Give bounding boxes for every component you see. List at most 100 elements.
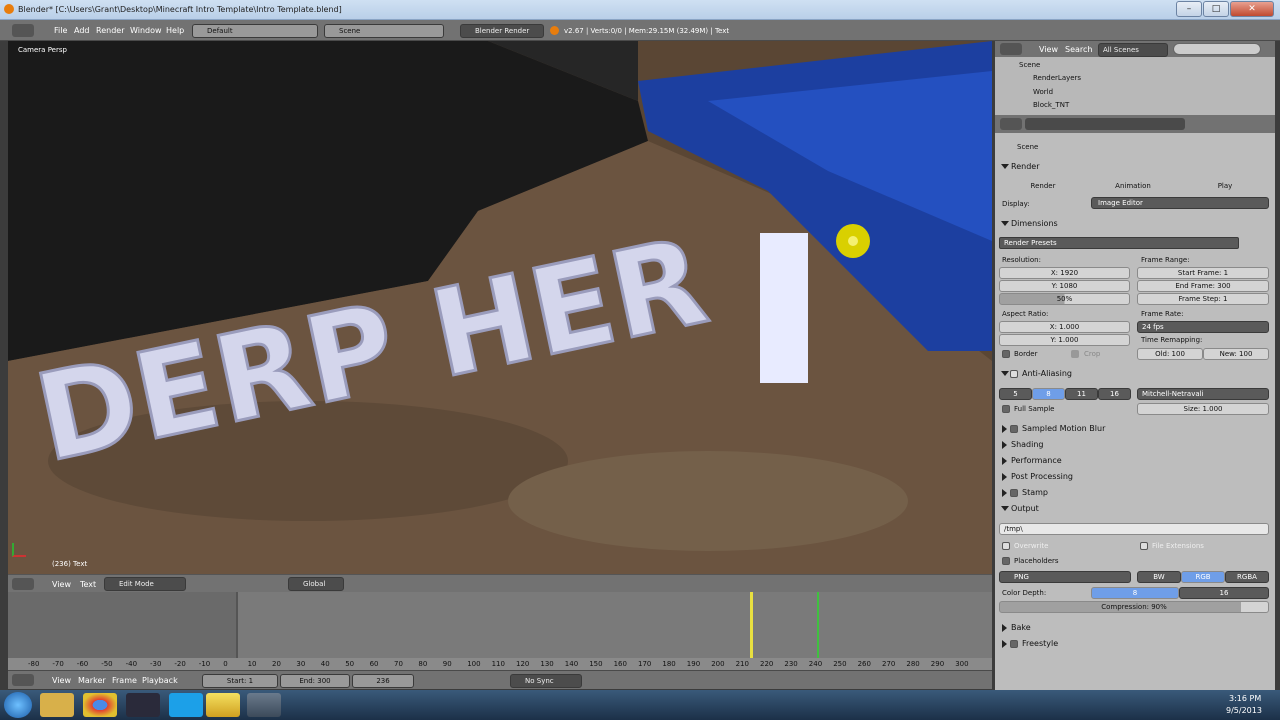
aspect-y-field[interactable]: Y: 1.000 <box>999 334 1130 346</box>
anti-aliasing-panel-header[interactable]: Anti-Aliasing <box>995 366 1275 382</box>
aa-size-field[interactable]: Size: 1.000 <box>1137 403 1269 415</box>
timeline-area[interactable]: -80 -70 -60 -50 -40 -30 -20 -10 0 10 20 30 40 50 60 70 8… <box>8 592 992 670</box>
ruler-tick-label: 180 <box>662 660 676 668</box>
placeholders-checkbox[interactable] <box>1002 557 1010 565</box>
menu-view[interactable]: View <box>52 676 71 685</box>
3d-viewport[interactable]: DERP HER Camera Persp (236) Text <box>8 41 992 574</box>
resolution-y-field[interactable]: Y: 1080 <box>999 280 1130 292</box>
render-button[interactable]: Render <box>999 181 1087 193</box>
timeline-header: View Marker Frame Playback Start: 1 End:… <box>8 670 992 689</box>
menu-render[interactable]: Render <box>96 26 124 35</box>
current-frame-field[interactable]: 236 <box>352 674 414 688</box>
outliner-view-menu[interactable]: View <box>1039 45 1058 54</box>
end-frame-field[interactable]: End Frame: 300 <box>1137 280 1269 292</box>
performance-panel-header[interactable]: Performance <box>995 453 1275 469</box>
motion-blur-panel-header[interactable]: Sampled Motion Blur <box>995 421 1275 437</box>
compression-slider[interactable]: Compression: 90% <box>999 601 1269 613</box>
editor-type-icon[interactable] <box>12 674 34 686</box>
chrome-icon[interactable] <box>83 693 117 717</box>
start-button-icon[interactable] <box>4 692 32 718</box>
crop-checkbox[interactable] <box>1071 350 1079 358</box>
outliner-item-scene[interactable]: Scene <box>1019 61 1040 69</box>
dimensions-panel-header[interactable]: Dimensions <box>995 216 1275 232</box>
outliner-search-input[interactable] <box>1173 43 1261 55</box>
aa-samples-5[interactable]: 5 <box>999 388 1032 400</box>
output-panel-header[interactable]: Output <box>995 501 1275 517</box>
render-presets-select[interactable]: Render Presets <box>999 237 1239 249</box>
animation-button[interactable]: Animation <box>1089 181 1177 193</box>
old-field[interactable]: Old: 100 <box>1137 348 1203 360</box>
menu-playback[interactable]: Playback <box>142 676 178 685</box>
border-checkbox[interactable] <box>1002 350 1010 358</box>
menu-add[interactable]: Add <box>74 26 90 35</box>
post-processing-panel-header[interactable]: Post Processing <box>995 469 1275 485</box>
minimize-button[interactable]: – <box>1176 1 1202 17</box>
color-depth-8[interactable]: 8 <box>1091 587 1179 599</box>
menu-frame[interactable]: Frame <box>112 676 137 685</box>
new-field[interactable]: New: 100 <box>1203 348 1269 360</box>
aspect-ratio-label: Aspect Ratio: <box>1002 310 1049 318</box>
scene-field[interactable]: Scene <box>324 24 444 38</box>
render-engine-select[interactable]: Blender Render <box>460 24 544 38</box>
aspect-x-field[interactable]: X: 1.000 <box>999 321 1130 333</box>
orientation-select[interactable]: Global <box>288 577 344 591</box>
menu-help[interactable]: Help <box>166 26 184 35</box>
render-panel-header[interactable]: Render <box>995 159 1275 175</box>
mode-select[interactable]: Edit Mode <box>104 577 186 591</box>
screen-layout-field[interactable]: Default <box>192 24 318 38</box>
media-player-icon[interactable] <box>206 693 240 717</box>
file-extensions-checkbox[interactable] <box>1140 542 1148 550</box>
aa-filter-select[interactable]: Mitchell-Netravali <box>1137 388 1269 400</box>
file-format-select[interactable]: PNG <box>999 571 1131 583</box>
menu-marker[interactable]: Marker <box>78 676 106 685</box>
color-bw-button[interactable]: BW <box>1137 571 1181 583</box>
menu-window[interactable]: Window <box>130 26 162 35</box>
aa-samples-16[interactable]: 16 <box>1098 388 1131 400</box>
outliner-item-block-tnt[interactable]: Block_TNT <box>1033 101 1069 109</box>
output-path-field[interactable]: /tmp\ <box>999 523 1269 535</box>
frame-step-field[interactable]: Frame Step: 1 <box>1137 293 1269 305</box>
full-sample-checkbox[interactable] <box>1002 405 1010 413</box>
shading-panel-header[interactable]: Shading <box>995 437 1275 453</box>
stamp-panel-header[interactable]: Stamp <box>995 485 1275 501</box>
anti-aliasing-checkbox[interactable] <box>1010 370 1018 378</box>
aa-samples-11[interactable]: 11 <box>1065 388 1098 400</box>
freestyle-checkbox[interactable] <box>1010 640 1018 648</box>
skype-icon[interactable] <box>169 693 203 717</box>
start-frame-field[interactable]: Start: 1 <box>202 674 278 688</box>
menu-text[interactable]: Text <box>80 580 96 589</box>
display-select[interactable]: Image Editor <box>1091 197 1269 209</box>
outliner-item-world[interactable]: World <box>1033 88 1053 96</box>
editor-type-icon[interactable] <box>12 24 34 37</box>
menu-file[interactable]: File <box>54 26 67 35</box>
maximize-button[interactable]: □ <box>1203 1 1229 17</box>
start-frame-field[interactable]: Start Frame: 1 <box>1137 267 1269 279</box>
blender-taskbar-icon[interactable] <box>247 693 281 717</box>
play-button[interactable]: Play <box>1181 181 1269 193</box>
bake-panel-header[interactable]: Bake <box>995 620 1275 636</box>
steam-icon[interactable] <box>126 693 160 717</box>
context-tabs[interactable] <box>1025 118 1185 130</box>
menu-view[interactable]: View <box>52 580 71 589</box>
overwrite-checkbox[interactable] <box>1002 542 1010 550</box>
sync-select[interactable]: No Sync <box>510 674 582 688</box>
editor-type-icon[interactable] <box>1000 118 1022 130</box>
motion-blur-checkbox[interactable] <box>1010 425 1018 433</box>
resolution-percent-slider[interactable]: 50% <box>999 293 1130 305</box>
stamp-checkbox[interactable] <box>1010 489 1018 497</box>
resolution-x-field[interactable]: X: 1920 <box>999 267 1130 279</box>
close-button[interactable]: ✕ <box>1230 1 1274 17</box>
editor-type-icon[interactable] <box>1000 43 1022 55</box>
end-frame-field[interactable]: End: 300 <box>280 674 350 688</box>
color-rgba-button[interactable]: RGBA <box>1225 571 1269 583</box>
color-rgb-button[interactable]: RGB <box>1181 571 1225 583</box>
explorer-icon[interactable] <box>40 693 74 717</box>
outliner-filter-select[interactable]: All Scenes <box>1098 43 1168 57</box>
editor-type-icon[interactable] <box>12 578 34 590</box>
frame-rate-select[interactable]: 24 fps <box>1137 321 1269 333</box>
color-depth-16[interactable]: 16 <box>1179 587 1269 599</box>
outliner-search-menu[interactable]: Search <box>1065 45 1092 54</box>
aa-samples-8[interactable]: 8 <box>1032 388 1065 400</box>
outliner-item-renderlayers[interactable]: RenderLayers <box>1033 74 1081 82</box>
freestyle-panel-header[interactable]: Freestyle <box>995 636 1275 652</box>
